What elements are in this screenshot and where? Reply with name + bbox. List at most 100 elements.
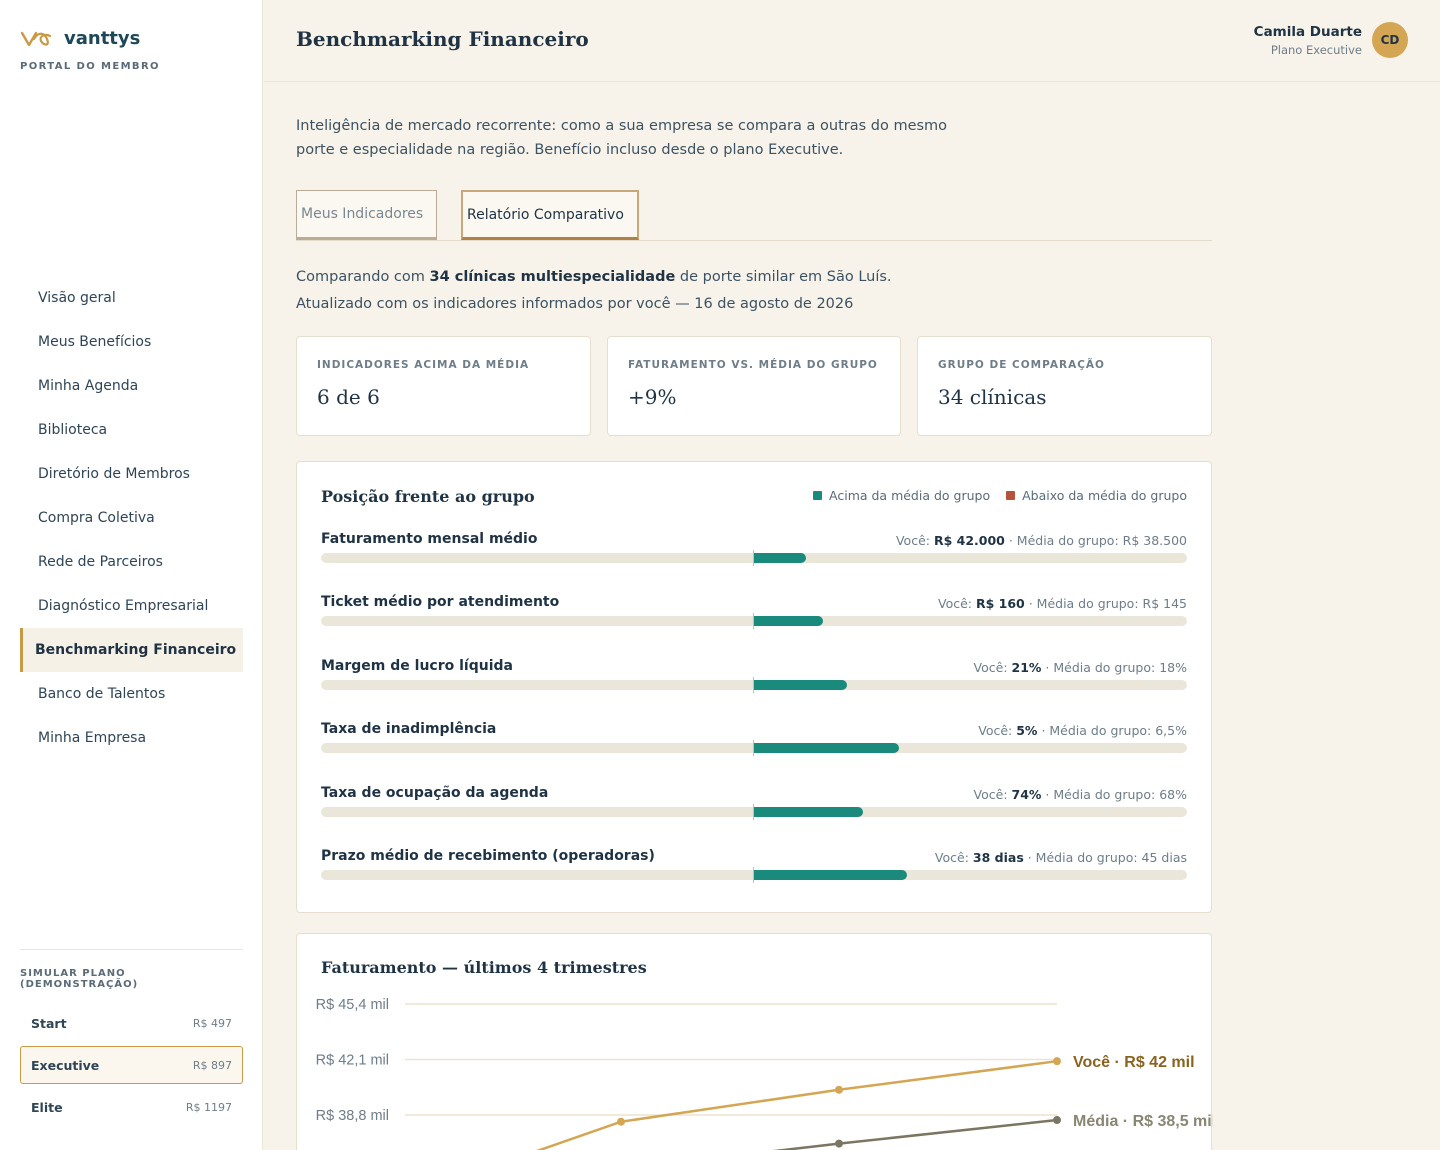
plan-option-elite[interactable]: Elite R$ 1197 [20,1088,243,1126]
compare-updated: Atualizado com os indicadores informados… [296,296,854,312]
legend-below-swatch [1006,491,1016,500]
sidebar-item-diagnostico[interactable]: Diagnóstico Empresarial [20,584,243,628]
metric-name: Margem de lucro líquida [321,658,513,674]
sidebar: vanttys PORTAL DO MEMBRO Visão geral Meu… [0,0,263,1150]
metric-track [321,613,1187,629]
y-tick-label: R$ 38,8 mil [316,1108,389,1124]
metric-fill-bar [754,553,806,563]
metric-fill-bar [754,680,847,690]
you-label: Você: [895,533,934,548]
avg-value: 6,5% [1155,723,1187,738]
data-point [1053,1116,1061,1125]
avg-value: 45 dias [1141,850,1187,865]
series-end-label: Você · R$ 42 mil [1073,1054,1195,1071]
data-point [617,1117,625,1126]
metric-track [321,740,1187,756]
metric-name: Taxa de inadimplência [321,721,497,737]
sidebar-item-minha-empresa[interactable]: Minha Empresa [20,716,243,760]
brand-mark-icon [20,31,52,46]
metric-row: Margem de lucro líquida Você: 21% · Média… [321,658,1187,708]
sidebar-item-banco-talentos[interactable]: Banco de Talentos [20,672,243,716]
sidebar-item-meus-beneficios[interactable]: Meus Benefícios [20,320,243,364]
data-point [835,1085,843,1094]
sidebar-item-compra-coletiva[interactable]: Compra Coletiva [20,496,243,540]
plan-price: R$ 497 [192,1016,232,1030]
comparison-summary: Comparando com 34 clínicas multiespecial… [296,264,892,318]
avg-label: · Média do grupo: [1041,787,1160,802]
legend-above: Acima da média do grupo [813,488,990,503]
you-label: Você: [934,850,973,865]
metric-name: Faturamento mensal médio [321,531,538,547]
brand-name: vanttys [64,28,141,49]
sidebar-item-benchmarking[interactable]: Benchmarking Financeiro [20,628,243,672]
series-line-média [772,1118,1058,1150]
sidebar-item-minha-agenda[interactable]: Minha Agenda [20,364,243,408]
metric-row: Prazo médio de recebimento (operadoras) V… [321,848,1187,898]
tab-meus-indicadores[interactable]: Meus Indicadores [296,190,437,240]
metric-values: Você: R$ 160 · Média do grupo: R$ 145 [938,596,1187,611]
legend-below-label: Abaixo da média do grupo [1022,488,1187,503]
you-value: R$ 42.000 [933,533,1005,548]
metric-name: Ticket médio por atendimento [321,594,560,610]
metric-name: Taxa de ocupação da agenda [321,785,549,801]
brand-subtitle: PORTAL DO MEMBRO [20,61,160,72]
group-average-marker [753,550,754,566]
metric-track [321,804,1187,820]
revenue-line-chart: R$ 45,4 mil R$ 42,1 mil R$ 38,8 mil Você · … [316,997,1213,1150]
metric-track [321,867,1187,883]
avg-value: R$ 38.500 [1122,533,1187,548]
avg-value: 18% [1159,660,1187,675]
you-label: Você: [937,596,976,611]
metric-fill-bar [754,870,907,880]
you-value: R$ 160 [975,596,1025,611]
plan-simulator-title: SIMULAR PLANO (DEMONSTRAÇÃO) [20,968,139,990]
avg-value: 68% [1159,787,1187,802]
y-tick-label: R$ 42,1 mil [316,1053,389,1069]
plan-option-executive[interactable]: Executive R$ 897 [20,1046,243,1084]
metric-fill-bar [754,743,899,753]
plan-name: Executive [31,1057,100,1073]
you-label: Você: [978,723,1017,738]
plan-simulator: SIMULAR PLANO (DEMONSTRAÇÃO) Start R$ 49… [20,949,243,1130]
brand-logo[interactable]: vanttys [20,28,140,49]
user-menu[interactable]: Camila Duarte Plano Executive CD [1254,22,1408,58]
legend: Acima da média do grupo Abaixo da média … [813,488,1187,503]
sidebar-item-diretorio-membros[interactable]: Diretório de Membros [20,452,243,496]
legend-above-label: Acima da média do grupo [829,488,991,503]
you-label: Você: [973,660,1012,675]
revenue-chart-panel: Faturamento — últimos 4 trimestres R$ 45… [296,933,1213,1150]
sidebar-nav: Visão geral Meus Benefícios Minha Agenda… [20,276,243,760]
avg-label: · Média do grupo: [1004,533,1123,548]
tab-bar: Meus Indicadores Relatório Comparativo [296,190,1212,241]
sidebar-item-rede-parceiros[interactable]: Rede de Parceiros [20,540,243,584]
metric-row: Ticket médio por atendimento Você: R$ 160… [321,594,1187,644]
stat-card-comparison-group: GRUPO DE COMPARAÇÃO 34 clínicas [917,336,1212,436]
sidebar-item-biblioteca[interactable]: Biblioteca [20,408,243,452]
metric-values: Você: 5% · Média do grupo: 6,5% [978,723,1187,738]
you-value: 38 dias [972,850,1024,865]
avg-label: · Média do grupo: [1023,850,1142,865]
intro-text: Inteligência de mercado recorrente: como… [296,118,948,158]
metric-row: Taxa de inadimplência Você: 5% · Média do… [321,721,1187,771]
user-name: Camila Duarte [1253,23,1362,40]
metric-values: Você: 38 dias · Média do grupo: 45 dias [935,850,1187,865]
you-value: 5% [1016,723,1038,738]
compare-suffix: de porte similar em São Luís. [675,269,892,285]
plan-name: Elite [31,1099,63,1115]
plan-option-start[interactable]: Start R$ 497 [20,1004,243,1042]
plan-price: R$ 897 [192,1058,232,1072]
plan-name: Start [31,1015,67,1031]
tab-relatorio-comparativo[interactable]: Relatório Comparativo [461,190,639,240]
top-header: Benchmarking Financeiro Camila Duarte Pl… [264,0,1440,82]
page-title: Benchmarking Financeiro [296,27,589,51]
metric-track [321,550,1187,566]
stat-label: FATURAMENTO VS. MÉDIA DO GRUPO [628,359,878,371]
legend-above-swatch [813,491,823,500]
data-point [1053,1057,1061,1066]
sidebar-item-visao-geral[interactable]: Visão geral [20,276,243,320]
compare-prefix: Comparando com [296,269,430,285]
metric-name: Prazo médio de recebimento (operadoras) [321,848,655,864]
stat-label: INDICADORES ACIMA DA MÉDIA [317,359,530,371]
metric-row: Taxa de ocupação da agenda Você: 74% · Mé… [321,785,1187,835]
avatar[interactable]: CD [1372,22,1408,58]
